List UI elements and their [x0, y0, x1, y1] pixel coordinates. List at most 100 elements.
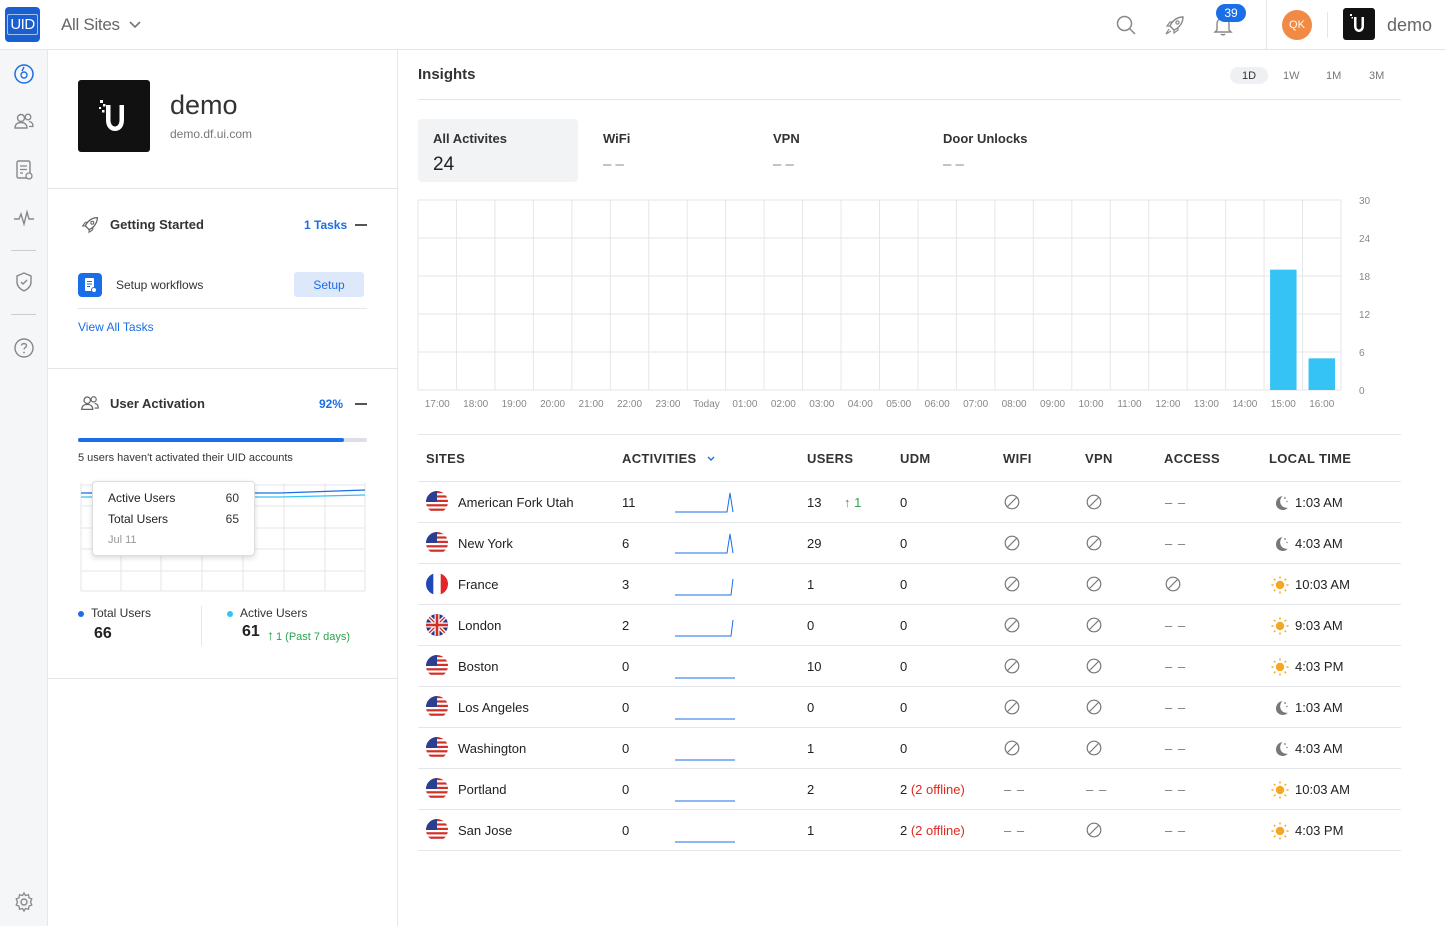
x-tick-label: 03:00: [809, 399, 834, 410]
settings-gear-icon[interactable]: [12, 890, 36, 914]
range-1m-tab[interactable]: 1M: [1326, 67, 1341, 84]
table-row[interactable]: France 3 1 0 10:03 AM: [418, 564, 1401, 605]
activities-count: 0: [622, 659, 630, 674]
site-name: American Fork Utah: [458, 495, 574, 510]
help-icon[interactable]: [12, 336, 36, 360]
activation-progress-fill: [78, 438, 344, 442]
table-row[interactable]: London 2 0 0 – – 9:03 AM: [418, 605, 1401, 646]
site-name: San Jose: [458, 823, 513, 838]
stat-wifi[interactable]: WiFi – –: [588, 119, 748, 182]
task-divider: [78, 308, 367, 309]
x-tick-label: 10:00: [1079, 399, 1104, 410]
active-users-legend: Active Users: [227, 606, 307, 620]
flag-us-icon: [426, 778, 448, 800]
users-count: 1: [807, 577, 815, 592]
col-local-time[interactable]: LOCAL TIME: [1269, 451, 1351, 466]
col-wifi[interactable]: WIFI: [1003, 451, 1032, 466]
table-row[interactable]: Los Angeles 0 0 0 – – 1:03 AM: [418, 687, 1401, 728]
range-3m-tab[interactable]: 3M: [1369, 67, 1384, 84]
search-icon[interactable]: [1114, 13, 1138, 37]
view-all-tasks-link[interactable]: View All Tasks: [78, 320, 154, 334]
col-access[interactable]: ACCESS: [1164, 451, 1220, 466]
bar[interactable]: [1270, 269, 1297, 390]
flag-us-icon: [426, 532, 448, 554]
activity-sparkline: [675, 492, 734, 513]
dashboard-icon[interactable]: [12, 62, 36, 86]
chart-grid: [417, 199, 1342, 391]
flag-gb-icon: [426, 614, 448, 636]
col-vpn[interactable]: VPN: [1085, 451, 1113, 466]
x-tick-label: 11:00: [1117, 399, 1142, 410]
x-tick-label: 06:00: [925, 399, 950, 410]
activity-icon[interactable]: [12, 206, 36, 230]
site-selector[interactable]: All Sites: [61, 15, 142, 35]
activation-progress-bar: [78, 438, 367, 442]
org-logo-icon: [78, 80, 150, 152]
x-tick-label: 14:00: [1232, 399, 1257, 410]
range-1w-tab[interactable]: 1W: [1283, 67, 1300, 84]
active-users-label: Active Users: [240, 606, 308, 620]
table-row[interactable]: Portland 0 2 2 (2 offline) – – – – – – 10:03 AM: [418, 769, 1401, 810]
site-name: France: [458, 577, 499, 592]
moon-icon: [1270, 534, 1290, 554]
user-avatar[interactable]: QK: [1282, 10, 1312, 40]
local-time: 4:03 PM: [1295, 823, 1344, 838]
table-row[interactable]: Washington 0 1 0 – – 4:03 AM: [418, 728, 1401, 769]
col-activities[interactable]: ACTIVITIES: [622, 451, 716, 466]
activation-message: 5 users haven't activated their UID acco…: [78, 452, 293, 464]
account-logo-icon[interactable]: [1343, 8, 1375, 40]
col-sites[interactable]: SITES: [426, 451, 465, 466]
table-row[interactable]: Boston 0 10 0 – – 4:03 PM: [418, 646, 1401, 687]
setup-button[interactable]: Setup: [294, 272, 364, 297]
local-time: 4:03 AM: [1295, 536, 1343, 551]
rocket-icon[interactable]: [1163, 13, 1187, 37]
logs-icon[interactable]: [12, 158, 36, 182]
topbar-divider: [1327, 12, 1328, 38]
stat-label: VPN: [773, 131, 800, 146]
flag-us-icon: [426, 655, 448, 677]
col-users[interactable]: USERS: [807, 451, 853, 466]
local-time: 10:03 AM: [1295, 577, 1350, 592]
getting-started-title: Getting Started: [110, 217, 204, 232]
users-change: ↑ 1: [844, 495, 862, 510]
account-name[interactable]: demo: [1387, 15, 1432, 36]
collapse-icon[interactable]: [355, 403, 367, 405]
udm-offline: (2 offline): [907, 782, 965, 797]
stat-all-activities[interactable]: All Activites 24: [418, 119, 578, 182]
activities-count: 0: [622, 782, 630, 797]
blocked-icon: [1086, 617, 1102, 633]
local-time: 9:03 AM: [1295, 618, 1343, 633]
x-tick-label: 02:00: [771, 399, 796, 410]
table-row[interactable]: American Fork Utah 11 13 ↑ 1 0 – – 1:03 AM: [418, 482, 1401, 523]
table-row[interactable]: New York 6 29 0 – – 4:03 AM: [418, 523, 1401, 564]
range-1d-tab[interactable]: 1D: [1230, 67, 1268, 84]
uid-logo[interactable]: UID: [5, 7, 40, 42]
active-users-dot: [227, 610, 233, 617]
shield-icon[interactable]: [12, 270, 36, 294]
users-icon[interactable]: [12, 109, 36, 133]
wifi-status: – –: [1004, 823, 1026, 838]
x-tick-label: 23:00: [655, 399, 680, 410]
x-tick-label: 15:00: [1271, 399, 1296, 410]
y-tick-label: 0: [1359, 386, 1365, 397]
x-tick-label: 01:00: [732, 399, 757, 410]
collapse-icon[interactable]: [355, 224, 367, 226]
site-name: Los Angeles: [458, 700, 529, 715]
local-time: 1:03 AM: [1295, 495, 1343, 510]
stat-value: – –: [603, 156, 624, 173]
chart-tooltip: Active Users 60 Total Users 65 Jul 11: [92, 481, 255, 556]
access-status: – –: [1165, 741, 1187, 756]
sun-icon: [1270, 616, 1290, 636]
section-divider: [48, 188, 397, 189]
stat-vpn[interactable]: VPN – –: [758, 119, 918, 182]
col-udm[interactable]: UDM: [900, 451, 931, 466]
x-tick-label: 08:00: [1002, 399, 1027, 410]
stat-door-unlocks[interactable]: Door Unlocks – –: [928, 119, 1088, 182]
local-time: 10:03 AM: [1295, 782, 1350, 797]
table-row[interactable]: San Jose 0 1 2 (2 offline) – – – – 4:03 PM: [418, 810, 1401, 851]
activities-count: 2: [622, 618, 630, 633]
x-tick-label: 07:00: [963, 399, 988, 410]
tasks-count-link[interactable]: 1 Tasks: [304, 218, 347, 232]
blocked-icon: [1086, 699, 1102, 715]
bar[interactable]: [1308, 358, 1335, 390]
